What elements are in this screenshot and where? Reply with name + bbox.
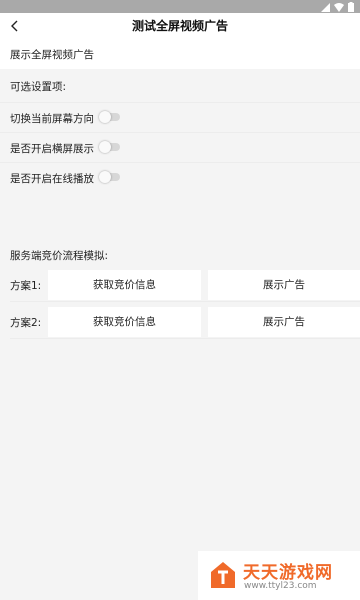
chevron-left-icon	[10, 17, 20, 36]
switch-knob	[99, 141, 111, 153]
online-play-switch[interactable]	[99, 171, 120, 183]
show-ad-label: 展示全屏视频广告	[10, 49, 94, 61]
show-ad-button[interactable]: 展示广告	[208, 307, 360, 337]
show-ad-button[interactable]: 展示广告	[208, 270, 360, 300]
show-ad-row[interactable]: 展示全屏视频广告	[0, 39, 360, 69]
back-button[interactable]	[4, 15, 26, 37]
plan-row-1: 方案1: 获取竞价信息 展示广告	[0, 270, 360, 300]
landscape-switch[interactable]	[99, 141, 120, 153]
orientation-switch[interactable]	[99, 111, 120, 123]
site-watermark: 天天游戏网 www.ttyl23.com	[198, 551, 360, 600]
fetch-bid-button[interactable]: 获取竞价信息	[48, 307, 201, 337]
status-icons	[321, 1, 354, 12]
toggle-label-landscape: 是否开启横屏展示	[10, 143, 94, 155]
switch-knob	[99, 111, 111, 123]
toggle-row-online-play: 是否开启在线播放	[0, 162, 360, 192]
status-bar	[0, 0, 360, 13]
watermark-url: www.ttyl23.com	[244, 581, 317, 591]
page-title: 测试全屏视频广告	[131, 19, 228, 33]
watermark-title: 天天游戏网	[243, 563, 333, 583]
toggle-row-orientation: 切换当前屏幕方向	[0, 102, 360, 132]
switch-knob	[99, 171, 111, 183]
plan-label: 方案1:	[10, 280, 42, 292]
toggle-label-online-play: 是否开启在线播放	[10, 173, 94, 185]
toggle-label-orientation: 切换当前屏幕方向	[10, 113, 94, 125]
plan-label: 方案2:	[10, 317, 42, 329]
toggle-row-landscape: 是否开启横屏展示	[0, 132, 360, 162]
fetch-bid-button[interactable]: 获取竞价信息	[48, 270, 201, 300]
site-logo-icon	[208, 560, 238, 590]
options-section-label: 可选设置项:	[10, 81, 67, 93]
plan-row-2: 方案2: 获取竞价信息 展示广告	[0, 307, 360, 337]
title-bar: 测试全屏视频广告	[0, 13, 360, 39]
divider	[10, 338, 360, 339]
bidding-section-label: 服务端竞价流程模拟:	[10, 250, 109, 262]
divider	[10, 301, 360, 302]
